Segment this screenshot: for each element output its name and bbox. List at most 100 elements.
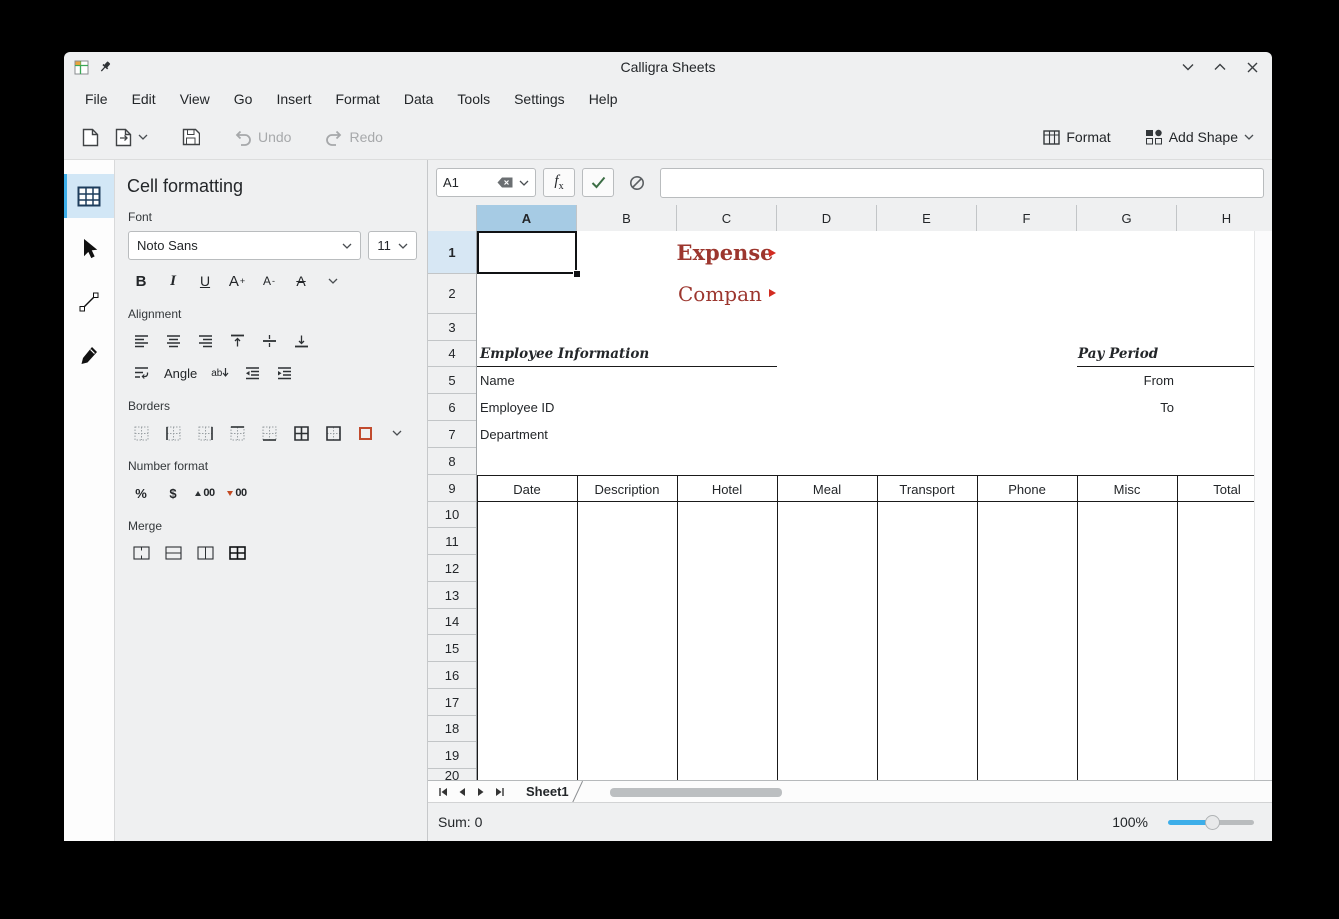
row-header-16[interactable]: 16 (428, 662, 476, 689)
formula-input[interactable] (660, 168, 1264, 198)
column-header-B[interactable]: B (577, 205, 677, 231)
menu-item-go[interactable]: Go (222, 86, 265, 112)
save-button[interactable] (178, 124, 204, 150)
add-shape-button[interactable]: Add Shape (1141, 125, 1258, 149)
select-all-corner[interactable] (428, 205, 477, 231)
percent-format-button[interactable]: % (128, 480, 154, 506)
new-document-button[interactable] (78, 124, 103, 151)
row-header-2[interactable]: 2 (428, 274, 476, 314)
cell-expense-title[interactable]: Expense (677, 231, 773, 274)
row-header-4[interactable]: 4 (428, 341, 476, 367)
expense-column-header-phone[interactable]: Phone (977, 476, 1077, 502)
cell-department-label[interactable]: Department (480, 421, 548, 448)
font-size-select[interactable]: 11 (368, 231, 417, 260)
cancel-button[interactable] (621, 168, 653, 197)
clear-reference-icon[interactable] (497, 177, 513, 188)
border-bottom-button[interactable] (256, 420, 282, 446)
menu-item-data[interactable]: Data (392, 86, 446, 112)
cell-from-label[interactable]: From (1077, 367, 1174, 394)
horizontal-scrollbar-thumb[interactable] (610, 788, 782, 797)
chevron-down-icon[interactable] (519, 180, 529, 186)
first-sheet-button[interactable] (434, 783, 451, 800)
text-color-menu-button[interactable] (320, 268, 346, 294)
border-color-button[interactable] (352, 420, 378, 446)
row-header-18[interactable]: 18 (428, 716, 476, 742)
decrease-indent-button[interactable] (239, 360, 265, 386)
cell-pay-period[interactable]: Pay Period (1078, 341, 1158, 367)
align-center-button[interactable] (160, 328, 186, 354)
angle-button[interactable]: Angle (164, 366, 197, 381)
expense-column-header-meal[interactable]: Meal (777, 476, 877, 502)
redo-button[interactable]: Redo (321, 125, 386, 150)
zoom-slider-handle[interactable] (1205, 815, 1220, 830)
column-header-E[interactable]: E (877, 205, 977, 231)
row-header-19[interactable]: 19 (428, 742, 476, 769)
row-header-11[interactable]: 11 (428, 528, 476, 555)
grid-canvas[interactable]: Expense Compan Employee Information Pay … (477, 231, 1254, 780)
maximize-button[interactable] (1212, 59, 1228, 75)
merge-vertical-button[interactable] (192, 540, 218, 566)
expense-column-header-hotel[interactable]: Hotel (677, 476, 777, 502)
pin-icon[interactable] (98, 60, 112, 74)
row-header-15[interactable]: 15 (428, 635, 476, 662)
cell-employee-information[interactable]: Employee Information (480, 341, 649, 367)
last-sheet-button[interactable] (491, 783, 508, 800)
row-header-6[interactable]: 6 (428, 394, 476, 421)
border-left-button[interactable] (160, 420, 186, 446)
column-header-D[interactable]: D (777, 205, 877, 231)
accept-button[interactable] (582, 168, 614, 197)
cell-name-label[interactable]: Name (480, 367, 515, 394)
cell-tool-button[interactable] (64, 174, 114, 218)
row-header-20[interactable]: 20 (428, 769, 476, 780)
cell-to-label[interactable]: To (1077, 394, 1174, 421)
menu-item-file[interactable]: File (73, 86, 120, 112)
vertical-text-button[interactable]: ab (207, 360, 233, 386)
dissociate-cells-button[interactable] (224, 540, 250, 566)
row-header-5[interactable]: 5 (428, 367, 476, 394)
border-menu-button[interactable] (384, 420, 410, 446)
expense-column-header-description[interactable]: Description (577, 476, 677, 502)
next-sheet-button[interactable] (472, 783, 489, 800)
valign-middle-button[interactable] (256, 328, 282, 354)
merge-cells-button[interactable] (128, 540, 154, 566)
cell-employee-id-label[interactable]: Employee ID (480, 394, 554, 421)
line-tool-button[interactable] (64, 280, 114, 324)
row-header-3[interactable]: 3 (428, 314, 476, 341)
row-header-1[interactable]: 1 (428, 231, 476, 274)
menu-item-view[interactable]: View (168, 86, 222, 112)
row-header-12[interactable]: 12 (428, 555, 476, 582)
previous-sheet-button[interactable] (453, 783, 470, 800)
row-header-14[interactable]: 14 (428, 609, 476, 635)
row-header-13[interactable]: 13 (428, 582, 476, 609)
insert-function-button[interactable]: fx (543, 168, 575, 197)
money-format-button[interactable]: $ (160, 480, 186, 506)
align-left-button[interactable] (128, 328, 154, 354)
close-button[interactable] (1244, 59, 1260, 75)
underline-button[interactable]: U (192, 268, 218, 294)
vertical-scrollbar[interactable] (1254, 231, 1272, 780)
text-color-button[interactable]: A (288, 268, 314, 294)
zoom-slider[interactable] (1168, 813, 1254, 831)
align-right-button[interactable] (192, 328, 218, 354)
border-all-button[interactable] (288, 420, 314, 446)
increase-precision-button[interactable]: 00 (192, 480, 218, 506)
calligraphy-tool-button[interactable] (64, 333, 114, 377)
cell-reference-box[interactable]: A1 (436, 168, 536, 197)
row-header-9[interactable]: 9 (428, 475, 476, 502)
cell-company-subtitle[interactable]: Compan (678, 274, 773, 314)
merge-horizontal-button[interactable] (160, 540, 186, 566)
expense-column-header-total[interactable]: Total (1177, 476, 1254, 502)
row-header-8[interactable]: 8 (428, 448, 476, 475)
italic-button[interactable]: I (160, 268, 186, 294)
undo-button[interactable]: Undo (230, 125, 295, 150)
expense-column-header-transport[interactable]: Transport (877, 476, 977, 502)
sheet-tab[interactable]: Sheet1 (510, 781, 584, 802)
font-family-select[interactable]: Noto Sans (128, 231, 361, 260)
menu-item-help[interactable]: Help (577, 86, 630, 112)
column-header-H[interactable]: H (1177, 205, 1272, 231)
valign-top-button[interactable] (224, 328, 250, 354)
border-top-button[interactable] (224, 420, 250, 446)
shrink-font-button[interactable]: A- (256, 268, 282, 294)
select-shapes-tool-button[interactable] (64, 227, 114, 271)
wrap-text-button[interactable] (128, 360, 154, 386)
